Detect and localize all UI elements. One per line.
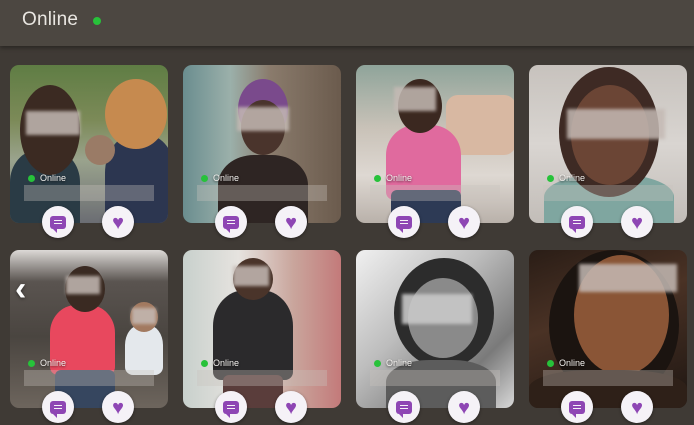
online-dot	[28, 359, 35, 367]
status-label: Online	[213, 173, 240, 183]
status-label: Online	[559, 358, 586, 368]
heart-icon: ♥	[112, 396, 124, 419]
chat-icon	[396, 400, 412, 418]
page-title: Online	[22, 9, 79, 30]
name-placeholder	[24, 185, 154, 201]
heart-icon: ♥	[112, 211, 124, 234]
favorite-button[interactable]: ♥	[448, 391, 480, 423]
favorite-button[interactable]: ♥	[275, 206, 307, 238]
online-dot	[374, 359, 381, 367]
profile-card[interactable]: Online ♥	[183, 250, 341, 423]
status-label: Online	[40, 358, 67, 368]
message-button[interactable]	[561, 391, 593, 423]
online-dot	[201, 174, 208, 182]
profile-card[interactable]: Online ♥	[356, 65, 514, 238]
favorite-button[interactable]: ♥	[621, 206, 653, 238]
name-placeholder	[370, 370, 500, 386]
heart-icon: ♥	[631, 396, 643, 419]
name-placeholder	[543, 185, 673, 201]
online-status: Online	[547, 358, 585, 368]
status-label: Online	[386, 358, 413, 368]
chat-icon	[396, 215, 412, 233]
status-label: Online	[386, 173, 413, 183]
message-button[interactable]	[561, 206, 593, 238]
chat-icon	[50, 400, 66, 418]
online-dot	[547, 174, 554, 182]
favorite-button[interactable]: ♥	[448, 206, 480, 238]
profile-card[interactable]: Online ♥	[183, 65, 341, 238]
profile-grid: Online ♥ Online ♥ Online ♥ Online ♥ Onli…	[10, 65, 687, 425]
online-status: Online	[374, 358, 412, 368]
profile-card[interactable]: Online ♥	[529, 250, 687, 423]
heart-icon: ♥	[285, 211, 297, 234]
name-placeholder	[24, 370, 154, 386]
header-bar: Online	[0, 0, 694, 46]
profile-card[interactable]: Online ♥	[529, 65, 687, 238]
online-status: Online	[28, 173, 66, 183]
online-dot	[201, 359, 208, 367]
online-status: Online	[547, 173, 585, 183]
online-indicator-dot	[93, 17, 101, 25]
heart-icon: ♥	[285, 396, 297, 419]
message-button[interactable]	[42, 391, 74, 423]
name-placeholder	[197, 185, 327, 201]
message-button[interactable]	[42, 206, 74, 238]
online-dot	[374, 174, 381, 182]
message-button[interactable]	[215, 391, 247, 423]
online-status: Online	[201, 173, 239, 183]
chat-icon	[223, 400, 239, 418]
chat-icon	[223, 215, 239, 233]
name-placeholder	[370, 185, 500, 201]
chat-icon	[569, 400, 585, 418]
profile-card[interactable]: Online ♥	[10, 65, 168, 238]
chevron-left-icon[interactable]: ‹	[15, 272, 26, 306]
online-dot	[28, 174, 35, 182]
heart-icon: ♥	[458, 396, 470, 419]
profile-card[interactable]: Online ♥	[356, 250, 514, 423]
online-dot	[547, 359, 554, 367]
name-placeholder	[543, 370, 673, 386]
favorite-button[interactable]: ♥	[102, 206, 134, 238]
message-button[interactable]	[215, 206, 247, 238]
favorite-button[interactable]: ♥	[102, 391, 134, 423]
message-button[interactable]	[388, 391, 420, 423]
chat-icon	[569, 215, 585, 233]
status-label: Online	[559, 173, 586, 183]
heart-icon: ♥	[631, 211, 643, 234]
status-label: Online	[213, 358, 240, 368]
profile-card[interactable]: Online ♥	[10, 250, 168, 423]
online-status: Online	[28, 358, 66, 368]
favorite-button[interactable]: ♥	[275, 391, 307, 423]
message-button[interactable]	[388, 206, 420, 238]
favorite-button[interactable]: ♥	[621, 391, 653, 423]
status-label: Online	[40, 173, 67, 183]
heart-icon: ♥	[458, 211, 470, 234]
online-status: Online	[201, 358, 239, 368]
name-placeholder	[197, 370, 327, 386]
online-status: Online	[374, 173, 412, 183]
chat-icon	[50, 215, 66, 233]
